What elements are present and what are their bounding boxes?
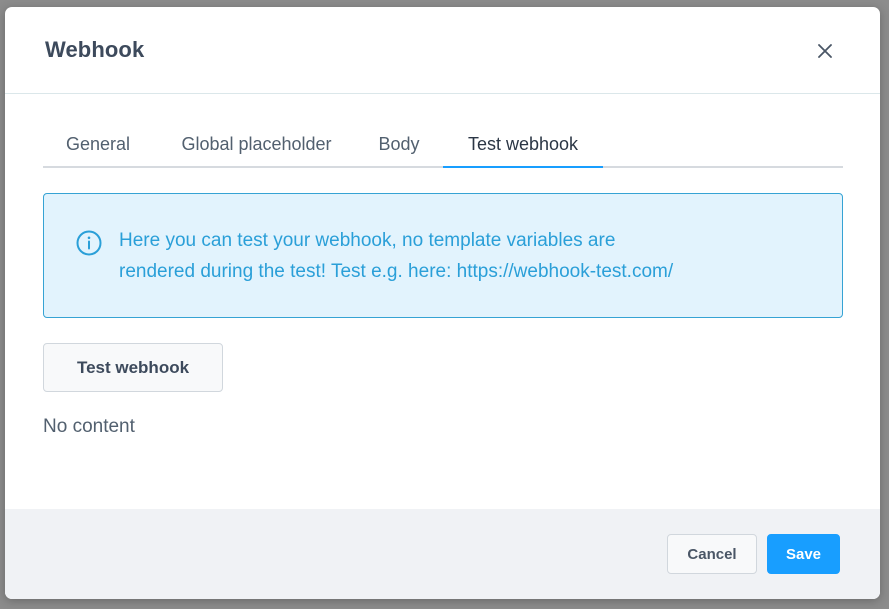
info-text-line2: rendered during the test! Test e.g. here… <box>119 261 674 282</box>
save-button[interactable]: Save <box>767 534 840 574</box>
modal-footer: Cancel Save <box>5 509 880 599</box>
info-icon <box>76 230 102 256</box>
info-text-line1: Here you can test your webhook, no templ… <box>119 230 616 251</box>
tab-test-webhook[interactable]: Test webhook <box>443 124 603 168</box>
tab-body[interactable]: Body <box>360 124 438 166</box>
result-text: No content <box>43 416 135 437</box>
tab-general[interactable]: General <box>43 124 153 166</box>
modal-header: Webhook <box>5 7 880 94</box>
close-button[interactable] <box>811 37 839 65</box>
tab-bar: General Global placeholder Body Test web… <box>43 124 843 168</box>
cancel-button[interactable]: Cancel <box>667 534 757 574</box>
close-icon <box>818 44 832 58</box>
test-webhook-button[interactable]: Test webhook <box>43 343 223 392</box>
tab-global-placeholder[interactable]: Global placeholder <box>169 124 344 166</box>
info-alert: Here you can test your webhook, no templ… <box>43 193 843 318</box>
info-text: Here you can test your webhook, no templ… <box>119 225 809 287</box>
webhook-modal: Webhook General Global placeholder Body … <box>5 7 880 599</box>
modal-title: Webhook <box>45 37 145 62</box>
